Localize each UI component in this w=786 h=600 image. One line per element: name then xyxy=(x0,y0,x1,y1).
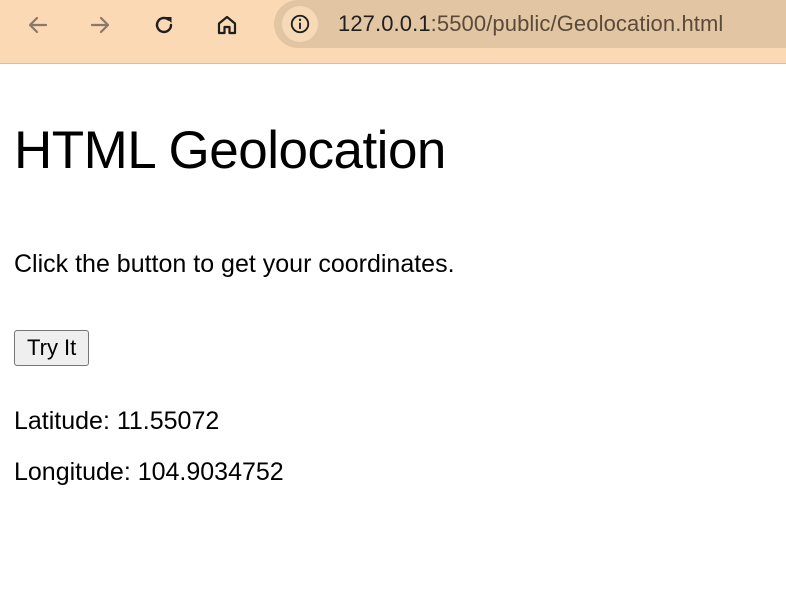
arrow-right-icon xyxy=(90,16,110,34)
page-title: HTML Geolocation xyxy=(14,121,446,180)
try-it-button[interactable]: Try It xyxy=(14,330,90,366)
info-icon xyxy=(290,14,310,34)
address-bar[interactable]: 127.0.0.1:5500/public/Geolocation.html xyxy=(274,0,786,48)
url-text[interactable]: 127.0.0.1:5500/public/Geolocation.html xyxy=(338,11,723,37)
url-host: 127.0.0.1 xyxy=(338,11,431,36)
description-text: Click the button to get your coordinates… xyxy=(14,250,455,278)
reload-icon xyxy=(155,16,173,34)
back-button[interactable] xyxy=(20,7,56,43)
forward-button[interactable] xyxy=(82,7,118,43)
latitude-text: Latitude: 11.55072 xyxy=(14,407,220,435)
reload-button[interactable] xyxy=(146,7,182,43)
arrow-left-icon xyxy=(28,16,48,34)
browser-toolbar: 127.0.0.1:5500/public/Geolocation.html xyxy=(0,0,786,64)
home-button[interactable] xyxy=(209,7,245,43)
home-icon xyxy=(217,15,237,35)
site-info-button[interactable] xyxy=(282,6,318,42)
longitude-text: Longitude: 104.9034752 xyxy=(14,458,284,486)
url-path: :5500/public/Geolocation.html xyxy=(430,11,724,36)
